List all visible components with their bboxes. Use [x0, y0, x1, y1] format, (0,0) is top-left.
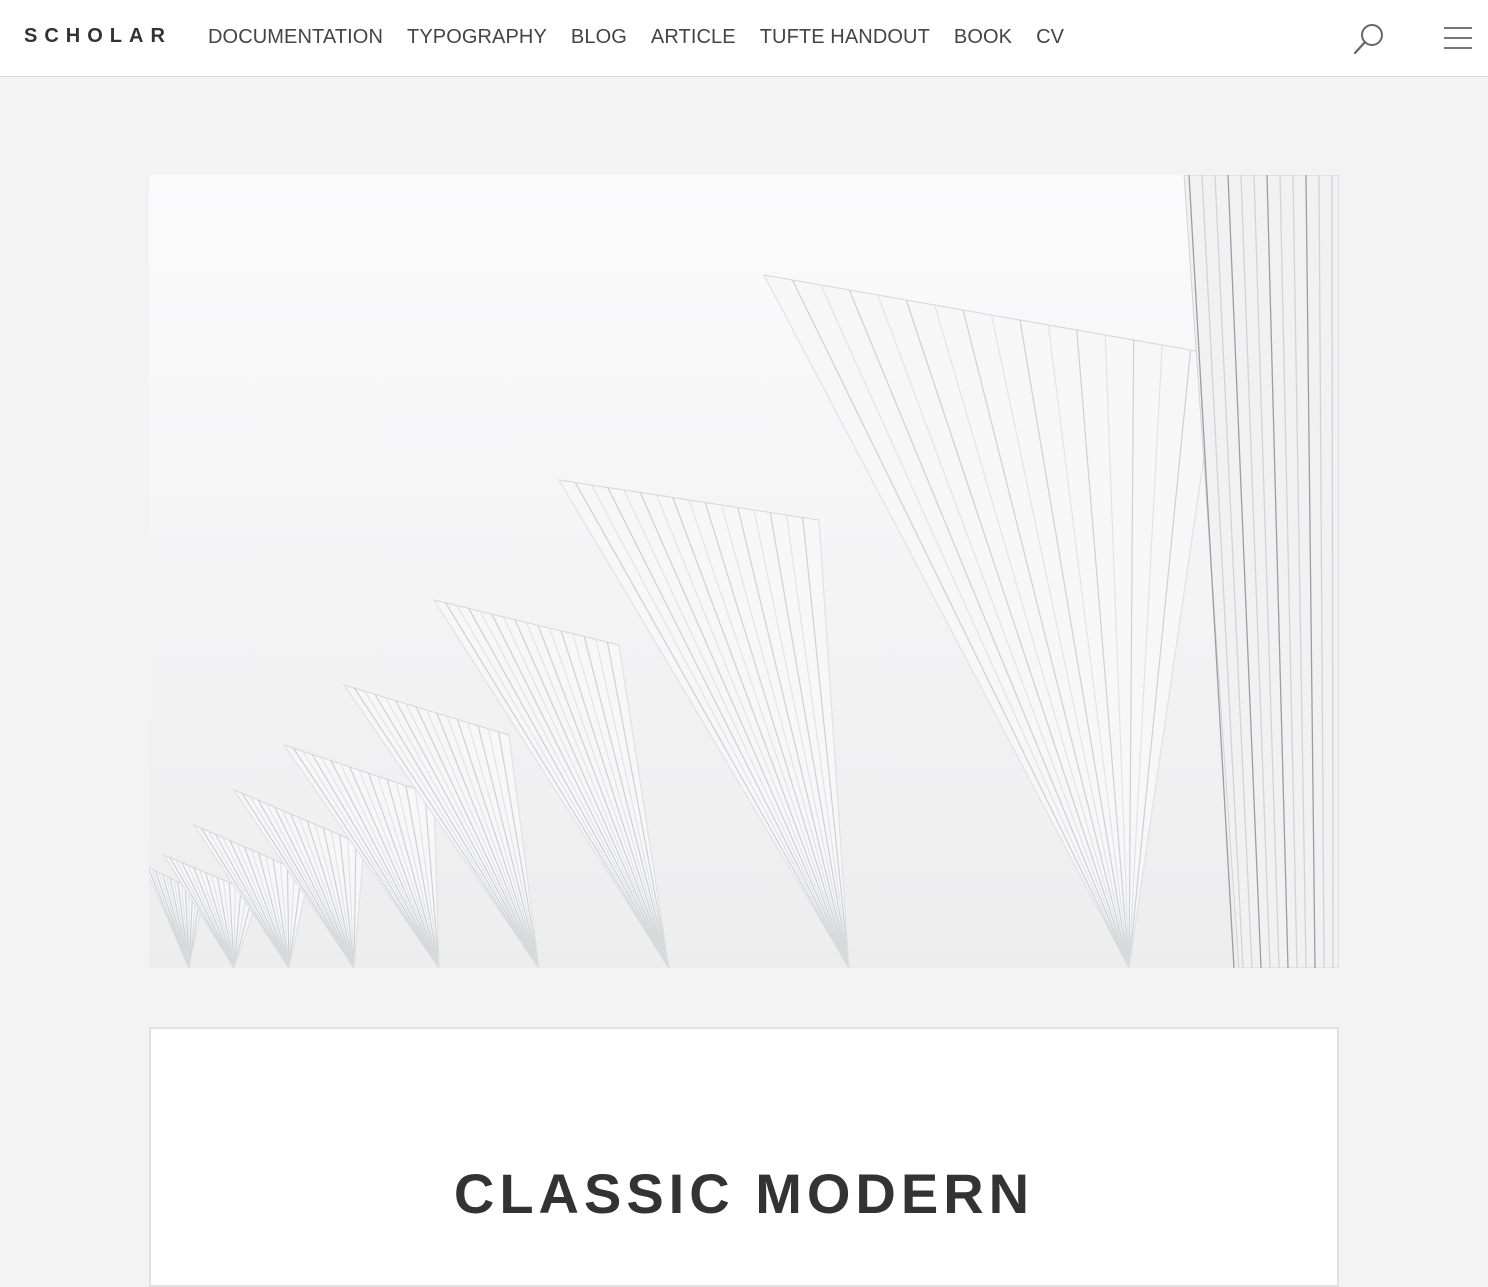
- main-nav: DOCUMENTATION TYPOGRAPHY BLOG ARTICLE TU…: [208, 26, 1088, 49]
- nav-item-tufte-handout[interactable]: TUFTE HANDOUT: [760, 26, 930, 49]
- nav-item-book[interactable]: BOOK: [954, 26, 1012, 49]
- hamburger-menu-icon[interactable]: [1442, 25, 1474, 53]
- top-navigation-bar: SCHOLAR DOCUMENTATION TYPOGRAPHY BLOG AR…: [0, 0, 1488, 77]
- page-title: CLASSIC MODERN: [453, 1162, 1035, 1225]
- nav-item-blog[interactable]: BLOG: [571, 26, 627, 49]
- hero-image: [149, 175, 1339, 968]
- nav-item-article[interactable]: ARTICLE: [651, 26, 736, 49]
- nav-item-cv[interactable]: CV: [1036, 26, 1064, 49]
- nav-item-documentation[interactable]: DOCUMENTATION: [208, 26, 383, 49]
- article-card: CLASSIC MODERN: [149, 1027, 1339, 1287]
- search-icon[interactable]: [1352, 22, 1386, 56]
- architecture-photo: [149, 175, 1339, 968]
- nav-item-typography[interactable]: TYPOGRAPHY: [407, 26, 547, 49]
- site-logo[interactable]: SCHOLAR: [24, 25, 172, 48]
